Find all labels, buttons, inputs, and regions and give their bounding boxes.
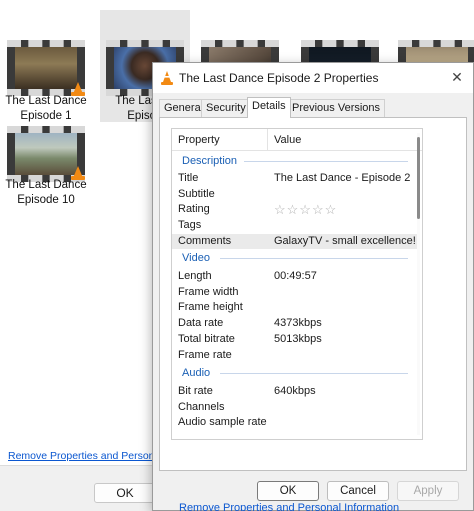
tab-previous-versions[interactable]: Previous Versions bbox=[287, 99, 386, 117]
column-header-value[interactable]: Value bbox=[268, 129, 418, 151]
property-name: Comments bbox=[178, 234, 232, 247]
property-name: Tags bbox=[178, 219, 202, 232]
property-value: 640kbps bbox=[274, 385, 316, 397]
property-row[interactable]: Frame width bbox=[172, 285, 418, 301]
remove-properties-link[interactable]: Remove Properties and Personal Informati… bbox=[179, 502, 399, 511]
property-name: Length bbox=[178, 270, 212, 282]
property-name: Rating bbox=[178, 203, 210, 216]
background-ok-button[interactable]: OK bbox=[94, 483, 156, 503]
property-row[interactable]: Frame height bbox=[172, 300, 418, 316]
file-name-line1: The Last Dance bbox=[5, 95, 87, 107]
group-divider bbox=[220, 373, 408, 374]
property-row[interactable]: Subtitle bbox=[172, 187, 418, 203]
group-divider bbox=[244, 161, 408, 162]
dialog-title-bar[interactable]: The Last Dance Episode 2 Properties ✕ bbox=[153, 63, 473, 93]
list-header: Property Value bbox=[172, 129, 422, 151]
vlc-cone-icon bbox=[159, 70, 175, 86]
property-name: Audio sample rate bbox=[178, 416, 267, 429]
property-row[interactable]: Audio sample rate bbox=[172, 415, 418, 431]
background-remove-properties-link[interactable]: Remove Properties and Personal In bbox=[8, 450, 174, 462]
details-panel: Property Value Description Title The Las… bbox=[159, 117, 467, 511]
property-list[interactable]: Property Value Description Title The Las… bbox=[171, 128, 423, 440]
property-row[interactable]: Rating ☆☆☆☆☆ bbox=[172, 202, 418, 218]
property-name: Bit rate bbox=[178, 385, 213, 397]
tab-security[interactable]: Security bbox=[201, 99, 251, 117]
group-label: Audio bbox=[182, 367, 211, 379]
property-name: Channels bbox=[178, 400, 225, 413]
file-tile[interactable] bbox=[197, 10, 283, 96]
property-name: Frame rate bbox=[178, 348, 232, 361]
file-tile[interactable]: The Last Dance Episode 10 bbox=[3, 122, 89, 212]
file-name-line2: Episode 10 bbox=[17, 194, 75, 206]
property-value: 5013kbps bbox=[274, 332, 322, 345]
file-name-line1: The Last bbox=[115, 95, 160, 107]
property-value: 00:49:57 bbox=[274, 270, 317, 282]
properties-dialog: The Last Dance Episode 2 Properties ✕ Ge… bbox=[152, 62, 474, 511]
group-divider bbox=[220, 258, 408, 259]
property-row[interactable]: Bit rate 640kbps bbox=[172, 384, 418, 400]
property-row[interactable]: Data rate 4373kbps bbox=[172, 316, 418, 332]
file-name-line2: Episo bbox=[127, 110, 156, 122]
property-name: Frame height bbox=[178, 301, 243, 314]
group-video: Video bbox=[172, 250, 422, 266]
property-name: Subtitle bbox=[178, 187, 215, 200]
column-header-property[interactable]: Property bbox=[172, 129, 268, 151]
group-label: Description bbox=[182, 155, 238, 167]
apply-button[interactable]: Apply bbox=[397, 481, 459, 501]
property-name: Data rate bbox=[178, 317, 224, 330]
file-name-line1: The Last Dance bbox=[5, 179, 87, 191]
group-audio: Audio bbox=[172, 365, 422, 381]
group-description: Description bbox=[172, 153, 422, 169]
property-name: Frame width bbox=[178, 285, 239, 298]
tab-details[interactable]: Details bbox=[247, 97, 291, 118]
dialog-title: The Last Dance Episode 2 Properties bbox=[179, 71, 379, 85]
property-row-selected[interactable]: Comments GalaxyTV - small excellence! bbox=[172, 233, 418, 250]
property-value: GalaxyTV - small excellence! bbox=[274, 234, 416, 247]
file-tile[interactable]: The Last Dance Episode 1 bbox=[3, 10, 89, 122]
scrollbar-thumb[interactable] bbox=[417, 137, 420, 219]
property-value: 4373kbps bbox=[274, 317, 322, 330]
rating-stars-icon[interactable]: ☆☆☆☆☆ bbox=[274, 202, 337, 218]
cancel-button[interactable]: Cancel bbox=[327, 481, 389, 501]
property-row[interactable]: Channels bbox=[172, 400, 418, 416]
property-row[interactable]: Length 00:49:57 bbox=[172, 269, 418, 285]
property-row[interactable]: Frame rate bbox=[172, 348, 418, 364]
close-icon[interactable]: ✕ bbox=[449, 69, 465, 85]
group-label: Video bbox=[182, 252, 210, 264]
property-name: Title bbox=[178, 172, 199, 184]
file-tile[interactable] bbox=[297, 10, 383, 96]
property-row[interactable]: Title The Last Dance - Episode 2 bbox=[172, 171, 418, 187]
property-name: Total bitrate bbox=[178, 332, 235, 345]
property-row[interactable]: Tags bbox=[172, 218, 418, 234]
property-row[interactable]: Total bitrate 5013kbps bbox=[172, 332, 418, 348]
property-value: The Last Dance - Episode 2 bbox=[274, 172, 411, 184]
ok-button[interactable]: OK bbox=[257, 481, 319, 501]
